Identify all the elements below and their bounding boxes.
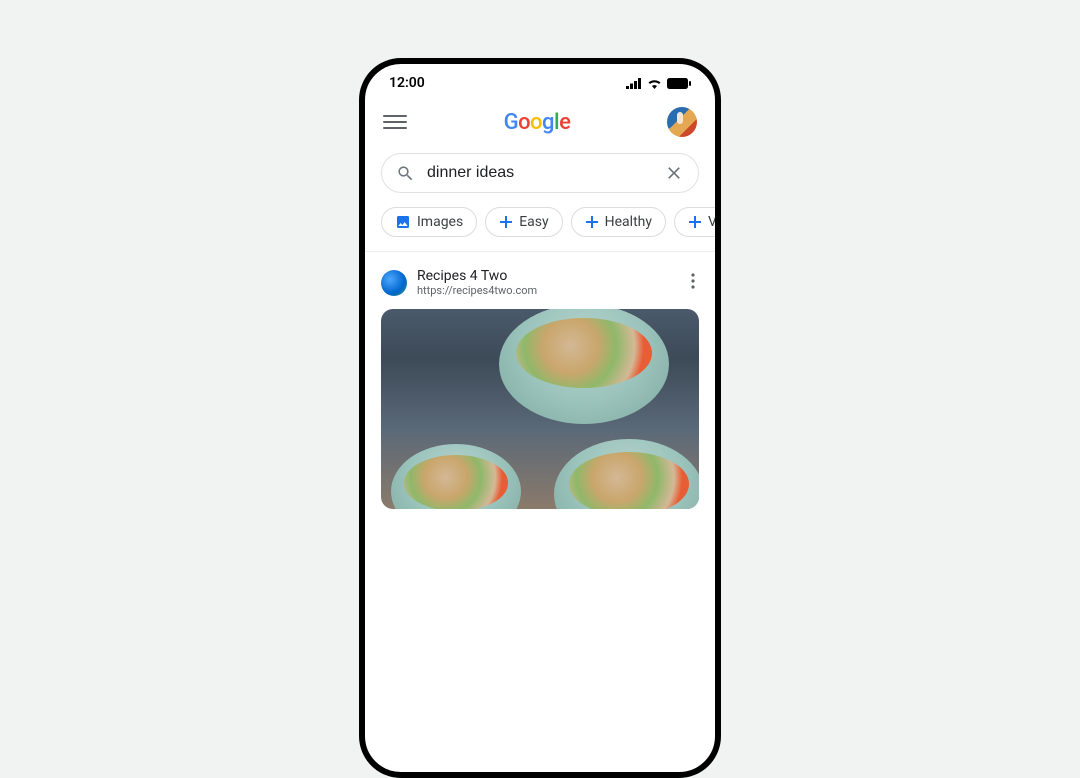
battery-icon [667, 78, 691, 89]
chip-label: Images [417, 214, 463, 230]
chip-label: Veget [708, 214, 715, 230]
chip-label: Easy [519, 214, 548, 230]
clear-icon[interactable] [664, 163, 684, 183]
result-image[interactable] [381, 309, 699, 509]
phone-frame: 12:00 Google Images Easy Health [359, 58, 721, 778]
food-bowl-illustration [391, 444, 521, 509]
status-bar: 12:00 [365, 64, 715, 97]
wifi-icon [647, 78, 662, 89]
site-name: Recipes 4 Two [417, 268, 537, 284]
status-time: 12:00 [389, 75, 425, 91]
chip-images[interactable]: Images [381, 207, 477, 237]
account-avatar[interactable] [667, 107, 697, 137]
search-input[interactable] [427, 164, 652, 182]
plus-icon [585, 215, 599, 229]
status-icons [626, 78, 691, 89]
image-icon [395, 214, 411, 230]
app-bar: Google [365, 97, 715, 145]
menu-button[interactable] [383, 110, 407, 134]
more-options-button[interactable] [687, 269, 699, 297]
plus-icon [499, 215, 513, 229]
site-url: https://recipes4two.com [417, 284, 537, 297]
filter-chips: Images Easy Healthy Veget [365, 205, 715, 252]
search-result: Recipes 4 Two https://recipes4two.com [365, 252, 715, 509]
food-bowl-illustration [499, 309, 669, 424]
plus-icon [688, 215, 702, 229]
google-logo[interactable]: Google [504, 110, 571, 135]
chip-easy[interactable]: Easy [485, 207, 562, 237]
result-header[interactable]: Recipes 4 Two https://recipes4two.com [381, 268, 699, 297]
chip-label: Healthy [605, 214, 652, 230]
chip-healthy[interactable]: Healthy [571, 207, 666, 237]
search-box[interactable] [381, 153, 699, 193]
site-favicon [381, 270, 407, 296]
search-icon [396, 164, 415, 183]
food-bowl-illustration [554, 439, 699, 509]
chip-vegetarian[interactable]: Veget [674, 207, 715, 237]
site-info: Recipes 4 Two https://recipes4two.com [417, 268, 537, 297]
kebab-icon [691, 273, 695, 289]
signal-icon [626, 78, 642, 89]
